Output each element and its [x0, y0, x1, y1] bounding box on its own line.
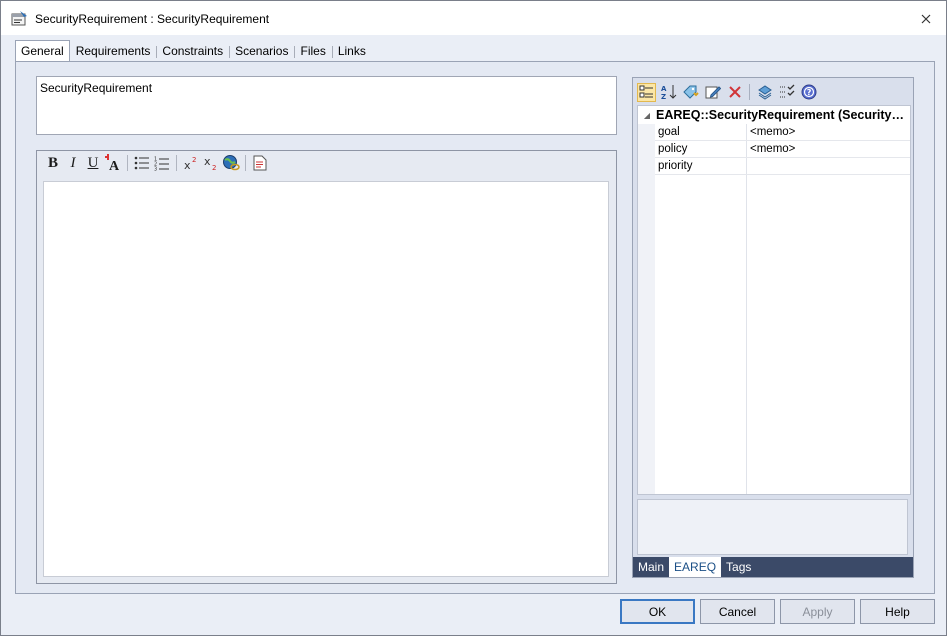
delete-icon [728, 86, 741, 98]
properties-tab-strip: Main EAREQ Tags [633, 557, 913, 577]
help-button[interactable]: Help [860, 599, 935, 624]
help-icon-button[interactable]: ? [799, 83, 818, 102]
properties-panel: A Z ? ◢ EAREQ::SecurityRequirement (Secu… [632, 77, 914, 578]
property-group-header[interactable]: ◢ EAREQ::SecurityRequirement (SecurityRe… [638, 106, 910, 124]
ok-button[interactable]: OK [620, 599, 695, 624]
categorized-view-button[interactable] [637, 82, 656, 102]
property-row-priority[interactable]: priority [655, 158, 910, 175]
grid-gutter [638, 124, 655, 494]
tab-requirements[interactable]: Requirements [70, 42, 157, 62]
edit-icon [705, 86, 721, 99]
tab-tags[interactable]: Tags [721, 557, 756, 577]
bullet-list-button[interactable] [132, 153, 152, 173]
svg-text:A: A [661, 85, 667, 93]
svg-text:2: 2 [212, 164, 216, 171]
property-value[interactable]: <memo> [746, 126, 795, 138]
property-key: priority [658, 160, 693, 172]
property-key: goal [658, 126, 680, 138]
add-tag-icon [683, 85, 699, 99]
element-properties-icon [11, 10, 28, 26]
numbered-list-icon: 1 2 3 [154, 156, 169, 171]
categorized-icon [639, 85, 653, 97]
sort-alphabetical-button[interactable]: A Z [659, 83, 678, 102]
general-tab-panel: SecurityRequirement B I U A 1 2 3 x 2 x … [15, 61, 935, 594]
checklist-button[interactable] [777, 83, 796, 102]
bold-button[interactable]: B [43, 153, 63, 173]
cancel-button[interactable]: Cancel [700, 599, 775, 624]
name-input[interactable]: SecurityRequirement [36, 76, 617, 135]
window-title: SecurityRequirement : SecurityRequiremen… [35, 12, 270, 26]
svg-text:Z: Z [661, 93, 666, 100]
stereotype-icon [757, 85, 772, 100]
tab-scenarios[interactable]: Scenarios [229, 42, 294, 62]
properties-toolbar: A Z ? [637, 81, 911, 103]
property-row-policy[interactable]: policy <memo> [655, 141, 910, 158]
delete-property-button[interactable] [725, 83, 744, 102]
tab-eareq[interactable]: EAREQ [669, 557, 722, 577]
italic-button[interactable]: I [63, 153, 83, 173]
hyperlink-button[interactable] [221, 153, 241, 173]
toolbar-separator [127, 155, 128, 171]
font-color-icon: A [105, 154, 120, 172]
sort-az-icon: A Z [661, 85, 676, 100]
tab-strip: General Requirements Constraints Scenari… [15, 40, 372, 62]
grid-column-divider [746, 124, 747, 494]
tab-links[interactable]: Links [331, 42, 372, 62]
linked-document-button[interactable] [250, 153, 270, 173]
svg-text:x: x [184, 159, 191, 170]
globe-link-icon [223, 155, 240, 171]
superscript-icon: x 2 [184, 156, 196, 170]
svg-text:x: x [204, 156, 211, 168]
close-button[interactable] [913, 9, 939, 29]
edit-property-button[interactable] [703, 83, 722, 102]
toolbar-separator [749, 84, 750, 100]
document-icon [253, 155, 267, 171]
underline-button[interactable]: U [83, 153, 103, 173]
close-icon [921, 14, 931, 24]
tab-general[interactable]: General [15, 40, 70, 62]
notes-editor: B I U A 1 2 3 x 2 x 2 [36, 150, 617, 584]
tab-main[interactable]: Main [633, 557, 669, 577]
collapse-icon[interactable]: ◢ [638, 111, 656, 120]
property-row-goal[interactable]: goal <memo> [655, 124, 910, 141]
svg-text:?: ? [806, 88, 811, 97]
tab-constraints[interactable]: Constraints [156, 42, 229, 62]
superscript-button[interactable]: x 2 [181, 153, 201, 173]
subscript-icon: x 2 [204, 156, 216, 171]
dialog-window: SecurityRequirement : SecurityRequiremen… [0, 0, 947, 636]
font-color-button[interactable]: A [103, 153, 123, 173]
property-key: policy [658, 143, 688, 155]
toolbar-separator [176, 155, 177, 171]
property-value[interactable]: <memo> [746, 143, 795, 155]
svg-text:2: 2 [192, 156, 196, 164]
bullet-list-icon [134, 156, 149, 170]
svg-text:A: A [109, 159, 120, 172]
apply-button[interactable]: Apply [780, 599, 855, 624]
checklist-icon [779, 84, 794, 98]
toolbar-separator [245, 155, 246, 171]
numbered-list-button[interactable]: 1 2 3 [152, 153, 172, 173]
notes-text-area[interactable] [43, 181, 609, 577]
tab-files[interactable]: Files [294, 42, 331, 62]
notes-toolbar: B I U A 1 2 3 x 2 x 2 [37, 151, 616, 175]
property-group-title: EAREQ::SecurityRequirement (SecurityRequ… [656, 108, 906, 122]
svg-text:3: 3 [154, 166, 157, 171]
title-bar: SecurityRequirement : SecurityRequiremen… [1, 1, 946, 35]
help-icon: ? [801, 84, 816, 100]
property-grid: ◢ EAREQ::SecurityRequirement (SecurityRe… [637, 105, 911, 495]
stereotype-button[interactable] [755, 83, 774, 102]
subscript-button[interactable]: x 2 [201, 153, 221, 173]
new-property-button[interactable] [681, 83, 700, 102]
property-description [637, 499, 908, 555]
